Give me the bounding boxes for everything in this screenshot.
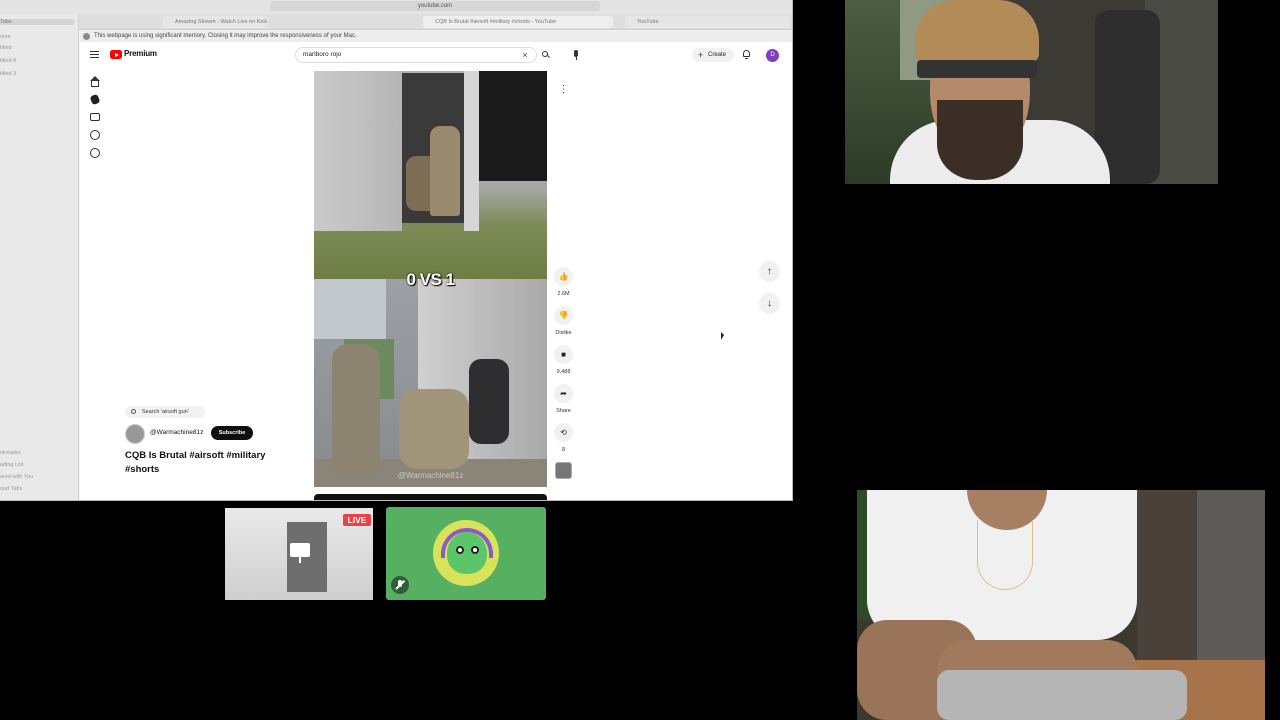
video-title[interactable]: CQB Is Brutal #airsoft #military #shorts <box>125 449 285 477</box>
comment-icon: ■ <box>561 350 566 359</box>
webcam-feed-bottom <box>857 490 1265 720</box>
sidebar-item-shared-with-you[interactable]: ared with You <box>0 474 33 480</box>
sidebar-item-tabs[interactable]: Tabs <box>0 19 74 25</box>
previous-short-button[interactable]: ↑ <box>759 261 780 282</box>
search-icon <box>131 409 136 414</box>
microphone-icon[interactable] <box>570 49 582 61</box>
plus-icon: + <box>698 50 704 60</box>
shorts-icon[interactable] <box>89 93 101 106</box>
memory-warning-text: This webpage is using significant memory… <box>94 33 357 39</box>
create-label: Create <box>708 52 727 58</box>
live-badge: LIVE <box>343 514 371 526</box>
comment-count: 9,488 <box>556 369 571 375</box>
subscribe-button[interactable]: Subscribe <box>211 426 253 440</box>
sidebar-item-untitled-3[interactable]: titled 3 <box>0 71 16 77</box>
memory-warning-bar: This webpage is using significant memory… <box>80 31 792 42</box>
webcam-feed-top <box>845 0 1218 184</box>
sidebar-item-icloud-tabs[interactable]: oud Tabs <box>0 486 22 492</box>
subscriptions-icon[interactable] <box>90 113 100 121</box>
next-short-peek[interactable] <box>314 494 547 500</box>
next-short-button[interactable]: ↓ <box>759 293 780 314</box>
tab-youtube-short[interactable]: CQB Is Brutal #airsoft #military #shorts… <box>423 16 613 28</box>
search-chip-label: Search 'airsoft gun' <box>142 409 189 415</box>
share-label: Share <box>556 408 571 414</box>
tab-youtube[interactable]: YouTube <box>625 16 790 28</box>
account-icon[interactable] <box>90 148 100 158</box>
dislike-label: Dislike <box>555 330 572 336</box>
like-count: 2.6M <box>557 291 570 297</box>
video-caption: 0 VS 1 <box>406 270 455 289</box>
youtube-page: Premium marlboro rojo × + Create D 0 VS … <box>80 42 792 500</box>
participant-avatar <box>433 520 499 586</box>
channel-name[interactable]: @Warmachine81z <box>150 429 203 436</box>
search-icon[interactable] <box>540 49 552 61</box>
video-frame-bottom <box>314 279 547 487</box>
clear-search-icon[interactable]: × <box>520 50 530 60</box>
create-button[interactable]: + Create <box>692 48 734 62</box>
like-button[interactable]: 👍 <box>554 267 573 286</box>
thumbs-up-icon: 👍 <box>558 272 569 281</box>
youtube-header: Premium marlboro rojo × + Create D <box>80 42 792 68</box>
sidebar-item-untitled[interactable]: titled <box>0 45 12 51</box>
share-icon: ➦ <box>560 389 567 398</box>
sidebar-item-home[interactable]: ome <box>0 34 11 40</box>
more-options-icon[interactable]: ⋮ <box>554 80 573 99</box>
remix-count: 8 <box>561 447 566 453</box>
browser-titlebar: youtube.com <box>0 0 792 14</box>
account-avatar[interactable]: D <box>766 49 779 62</box>
monitor-icon <box>290 543 310 557</box>
thumbs-down-icon: 👎 <box>558 311 569 320</box>
sound-thumbnail[interactable] <box>555 462 572 479</box>
mouse-cursor-icon <box>721 332 724 340</box>
arrow-down-icon: ↓ <box>767 298 772 309</box>
youtube-logo-icon[interactable] <box>110 50 122 59</box>
remix-icon: ⟲ <box>560 428 567 437</box>
warning-icon <box>83 33 90 40</box>
sidebar-item-bookmarks[interactable]: okmarks <box>0 450 21 456</box>
tab-kick-stream[interactable]: Amazing Stream - Watch Live on Kick <box>163 16 268 28</box>
muted-mic-icon <box>391 576 409 594</box>
youtube-brand-text[interactable]: Premium <box>124 49 157 58</box>
menu-icon[interactable] <box>90 51 99 58</box>
sidebar-item-reading-list[interactable]: ading List <box>0 462 24 468</box>
address-bar[interactable]: youtube.com <box>270 1 600 11</box>
channel-avatar[interactable] <box>125 424 145 444</box>
dislike-button[interactable]: 👎 <box>554 306 573 325</box>
safari-sidebar: Tabs ome titled titled 8 titled 3 okmark… <box>0 14 79 500</box>
remix-button[interactable]: ⟲ <box>554 423 573 442</box>
notifications-bell-icon[interactable] <box>742 50 751 59</box>
search-input[interactable]: marlboro rojo <box>295 47 537 63</box>
browser-window: youtube.com Amazing Stream - Watch Live … <box>0 0 793 501</box>
arrow-up-icon: ↑ <box>767 266 772 277</box>
shorts-video-player[interactable]: 0 VS 1 @Warmachine81z <box>314 71 547 487</box>
share-button[interactable]: ➦ <box>554 384 573 403</box>
search-suggestion-chip[interactable]: Search 'airsoft gun' <box>125 406 205 418</box>
video-frame-top <box>314 71 547 279</box>
sidebar-item-untitled-8[interactable]: titled 8 <box>0 58 16 64</box>
tab-bar: Amazing Stream - Watch Live on Kick CQB … <box>0 14 792 30</box>
you-icon[interactable] <box>90 130 100 140</box>
home-icon[interactable] <box>90 76 100 87</box>
comments-button[interactable]: ■ <box>554 345 573 364</box>
video-watermark: @Warmachine81z <box>397 471 464 480</box>
